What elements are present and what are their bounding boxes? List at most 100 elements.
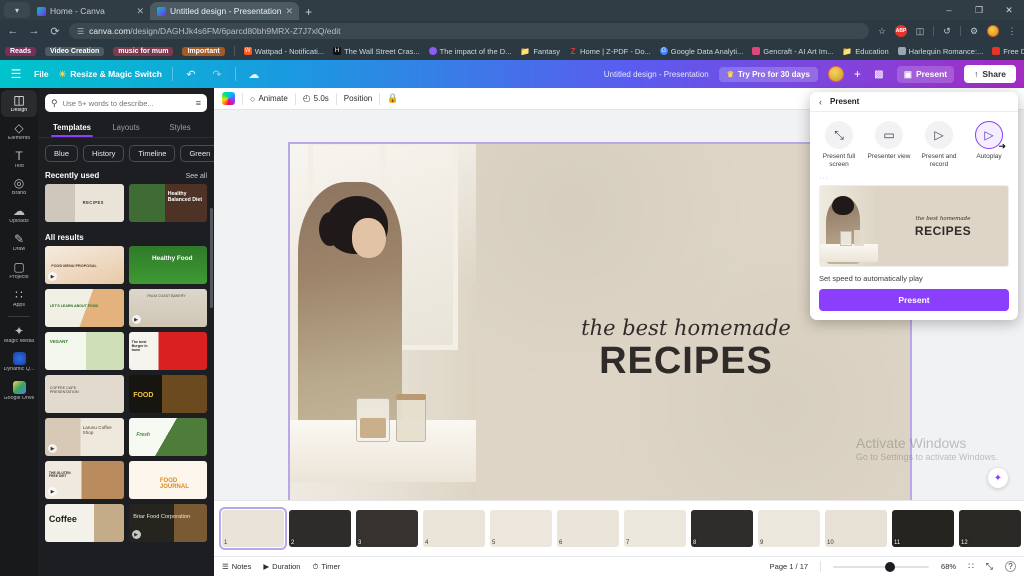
- history-icon[interactable]: ↺: [941, 25, 953, 37]
- bookmark-item[interactable]: Z Home | Z-PDF - Do...: [569, 47, 651, 56]
- sidebar-item-design[interactable]: ◫ Design: [1, 90, 37, 117]
- template-card[interactable]: LET'S LEARN ABOUT FOOD: [45, 289, 124, 327]
- add-collaborator-button[interactable]: +: [854, 67, 861, 81]
- file-menu-button[interactable]: File: [34, 69, 49, 79]
- slide-thumbnail-3[interactable]: 3: [356, 510, 418, 547]
- hamburger-menu-icon[interactable]: ☰: [8, 67, 24, 81]
- timer-button[interactable]: ⏱ Timer: [312, 562, 340, 572]
- play-icon[interactable]: ▶: [48, 487, 57, 496]
- site-info-icon[interactable]: ☰: [77, 27, 84, 36]
- notes-button[interactable]: ☰ Notes: [222, 562, 251, 571]
- template-card[interactable]: VEGANT: [45, 332, 124, 370]
- template-card[interactable]: RECIPES: [45, 184, 124, 222]
- bookmark-item[interactable]: music for mum: [113, 46, 174, 56]
- sidebar-item-text[interactable]: T Text: [1, 146, 37, 173]
- duration-button[interactable]: ▶ Duration: [263, 562, 300, 571]
- chip-green[interactable]: Green: [180, 145, 214, 162]
- duration-button[interactable]: ◴ 5.0s: [303, 93, 329, 104]
- share-button[interactable]: ↑ Share: [964, 65, 1016, 83]
- slide-thumbnail-11[interactable]: 11: [892, 510, 954, 547]
- reload-icon[interactable]: ⟳: [48, 25, 62, 38]
- insights-chart-icon[interactable]: ▩: [871, 69, 887, 80]
- slide-thumbnail-6[interactable]: 6: [557, 510, 619, 547]
- help-icon[interactable]: ?: [1005, 561, 1016, 572]
- browser-tab-home[interactable]: Home - Canva ✕: [30, 2, 150, 20]
- lock-icon[interactable]: 🔒: [387, 93, 398, 104]
- sidebar-item-draw[interactable]: ✎ Draw: [1, 229, 37, 256]
- sidebar-item-apps[interactable]: ∷ Apps: [1, 285, 37, 312]
- adblock-extension-icon[interactable]: ABP: [895, 25, 907, 37]
- tab-templates[interactable]: Templates: [45, 118, 99, 137]
- browser-menu-icon[interactable]: ⋮: [1006, 25, 1018, 37]
- template-card[interactable]: The best Burger in town: [128, 332, 207, 370]
- new-tab-button[interactable]: +: [299, 5, 318, 20]
- template-card[interactable]: Coffee: [45, 504, 124, 542]
- play-icon[interactable]: ▶: [48, 444, 57, 453]
- template-card[interactable]: FOOD MENU PROPOSAL ▶: [45, 246, 124, 284]
- bookmark-item[interactable]: Important: [182, 46, 225, 56]
- bookmark-item[interactable]: Reads: [5, 46, 37, 56]
- tab-styles[interactable]: Styles: [153, 118, 207, 137]
- close-icon[interactable]: ✕: [286, 6, 294, 17]
- bookmark-item[interactable]: Video Creation: [45, 46, 105, 56]
- slide-thumbnail-12[interactable]: 12: [959, 510, 1021, 547]
- bookmark-item[interactable]: The impact of the D...: [428, 47, 511, 56]
- extension-icon[interactable]: ◫: [914, 25, 926, 37]
- slide-thumbnail-4[interactable]: 4: [423, 510, 485, 547]
- bookmark-item[interactable]: W Wattpad - Notificati...: [243, 47, 324, 56]
- sidebar-item-brand[interactable]: ◎ Brand: [1, 173, 37, 200]
- address-bar[interactable]: ☰ canva.com/design/DAGHJk4s6FM/6parcd80b…: [69, 23, 869, 39]
- preview-drag-handle[interactable]: ···: [819, 175, 1009, 182]
- template-card[interactable]: FOOD JOURNAL: [128, 461, 207, 499]
- bookmark-item[interactable]: Free Download Books: [992, 47, 1024, 56]
- close-window-button[interactable]: ✕: [994, 0, 1024, 20]
- fullscreen-icon[interactable]: ⤡: [986, 561, 993, 572]
- sidebar-item-dynamic-qr[interactable]: Dynamic Q...: [1, 348, 37, 376]
- sidebar-item-uploads[interactable]: ☁ Uploads: [1, 201, 37, 228]
- browser-tab-design[interactable]: Untitled design - Presentation ✕: [150, 2, 300, 20]
- document-title[interactable]: Untitled design - Presentation: [604, 70, 709, 79]
- slide-preview[interactable]: the best homemade RECIPES: [819, 185, 1009, 268]
- bookmark-item[interactable]: G Google Data Analyti...: [659, 47, 743, 56]
- search-input[interactable]: [62, 98, 191, 108]
- present-and-record-option[interactable]: ▷ Present and record: [914, 121, 964, 169]
- try-pro-button[interactable]: ♛ Try Pro for 30 days: [718, 66, 818, 82]
- template-card[interactable]: Healthy Balanced Diet: [128, 184, 207, 222]
- chip-history[interactable]: History: [83, 145, 125, 162]
- resize-magic-switch-button[interactable]: ☀ Resize & Magic Switch: [59, 69, 162, 80]
- presenter-view-option[interactable]: ▭ Presenter view: [864, 121, 914, 169]
- see-all-link[interactable]: See all: [186, 173, 207, 180]
- autoplay-option[interactable]: ▷ ➜ Autoplay: [964, 121, 1014, 169]
- template-card[interactable]: Briar Food Corporation ▶: [128, 504, 207, 542]
- template-card[interactable]: FOOD: [128, 375, 207, 413]
- slide-thumbnail-1[interactable]: 1: [219, 507, 287, 550]
- animate-button[interactable]: ○ Animate: [250, 94, 288, 104]
- slide-thumbnail-8[interactable]: 8: [691, 510, 753, 547]
- slide-thumbnail-7[interactable]: 7: [624, 510, 686, 547]
- zoom-slider[interactable]: [833, 561, 930, 572]
- chip-timeline[interactable]: Timeline: [129, 145, 176, 162]
- slide-thumbnail-10[interactable]: 10: [825, 510, 887, 547]
- slide-thumbnail-9[interactable]: 9: [758, 510, 820, 547]
- template-card[interactable]: Larunu Coffee Shop ▶: [45, 418, 124, 456]
- play-icon[interactable]: ▶: [131, 530, 141, 539]
- bookmark-star-icon[interactable]: ☆: [876, 25, 888, 37]
- position-button[interactable]: Position: [344, 94, 372, 103]
- grid-view-icon[interactable]: ∷: [968, 561, 974, 572]
- filter-icon[interactable]: ≡: [196, 98, 201, 108]
- cloud-save-icon[interactable]: ☁: [246, 68, 262, 81]
- close-icon[interactable]: ✕: [136, 6, 144, 17]
- template-card[interactable]: PALM COAST BAKERY ▶: [128, 289, 207, 327]
- chip-blue[interactable]: Blue: [45, 145, 79, 162]
- slide-title[interactable]: RECIPES: [502, 340, 870, 383]
- bookmark-folder[interactable]: 📁 Education: [842, 47, 888, 56]
- tab-search-icon[interactable]: ▾: [4, 2, 30, 18]
- color-swatch-button[interactable]: [222, 92, 235, 105]
- bookmark-folder[interactable]: 📁 Fantasy: [520, 47, 560, 56]
- tab-layouts[interactable]: Layouts: [99, 118, 153, 137]
- extensions-puzzle-icon[interactable]: ⚙: [968, 25, 980, 37]
- slide-thumbnail-5[interactable]: 5: [490, 510, 552, 547]
- maximize-button[interactable]: ❐: [964, 0, 994, 20]
- bookmark-item[interactable]: Gencraft - AI Art Im...: [752, 47, 833, 56]
- profile-avatar[interactable]: [987, 25, 999, 37]
